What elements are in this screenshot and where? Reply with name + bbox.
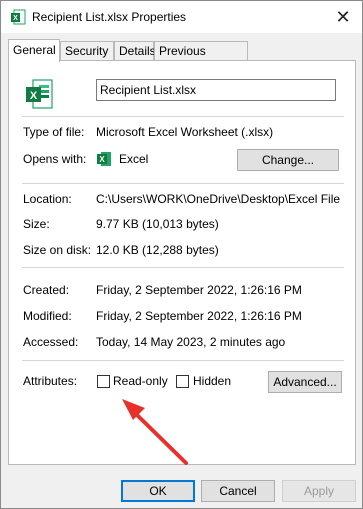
window-title: Recipient List.xlsx Properties [32,10,187,24]
properties-dialog: X Recipient List.xlsx Properties ✕ Gener… [0,0,363,509]
close-button[interactable]: ✕ [332,6,354,28]
excel-file-icon: X [11,9,26,25]
ok-button[interactable]: OK [121,480,195,502]
close-icon: ✕ [335,6,351,27]
tab-details[interactable]: Details [114,41,156,61]
tab-previous-versions[interactable]: Previous Versions [154,41,248,76]
apply-button[interactable]: Apply [282,480,356,502]
general-panel: X Type of file: Microsoft Excel Workshee… [8,60,356,465]
tab-general[interactable]: General [8,39,60,62]
red-arrow-icon [122,399,188,465]
tab-security[interactable]: Security [60,41,114,61]
svg-text:X: X [13,15,18,22]
cancel-button[interactable]: Cancel [201,480,275,502]
title-bar: X Recipient List.xlsx Properties ✕ [1,1,362,33]
